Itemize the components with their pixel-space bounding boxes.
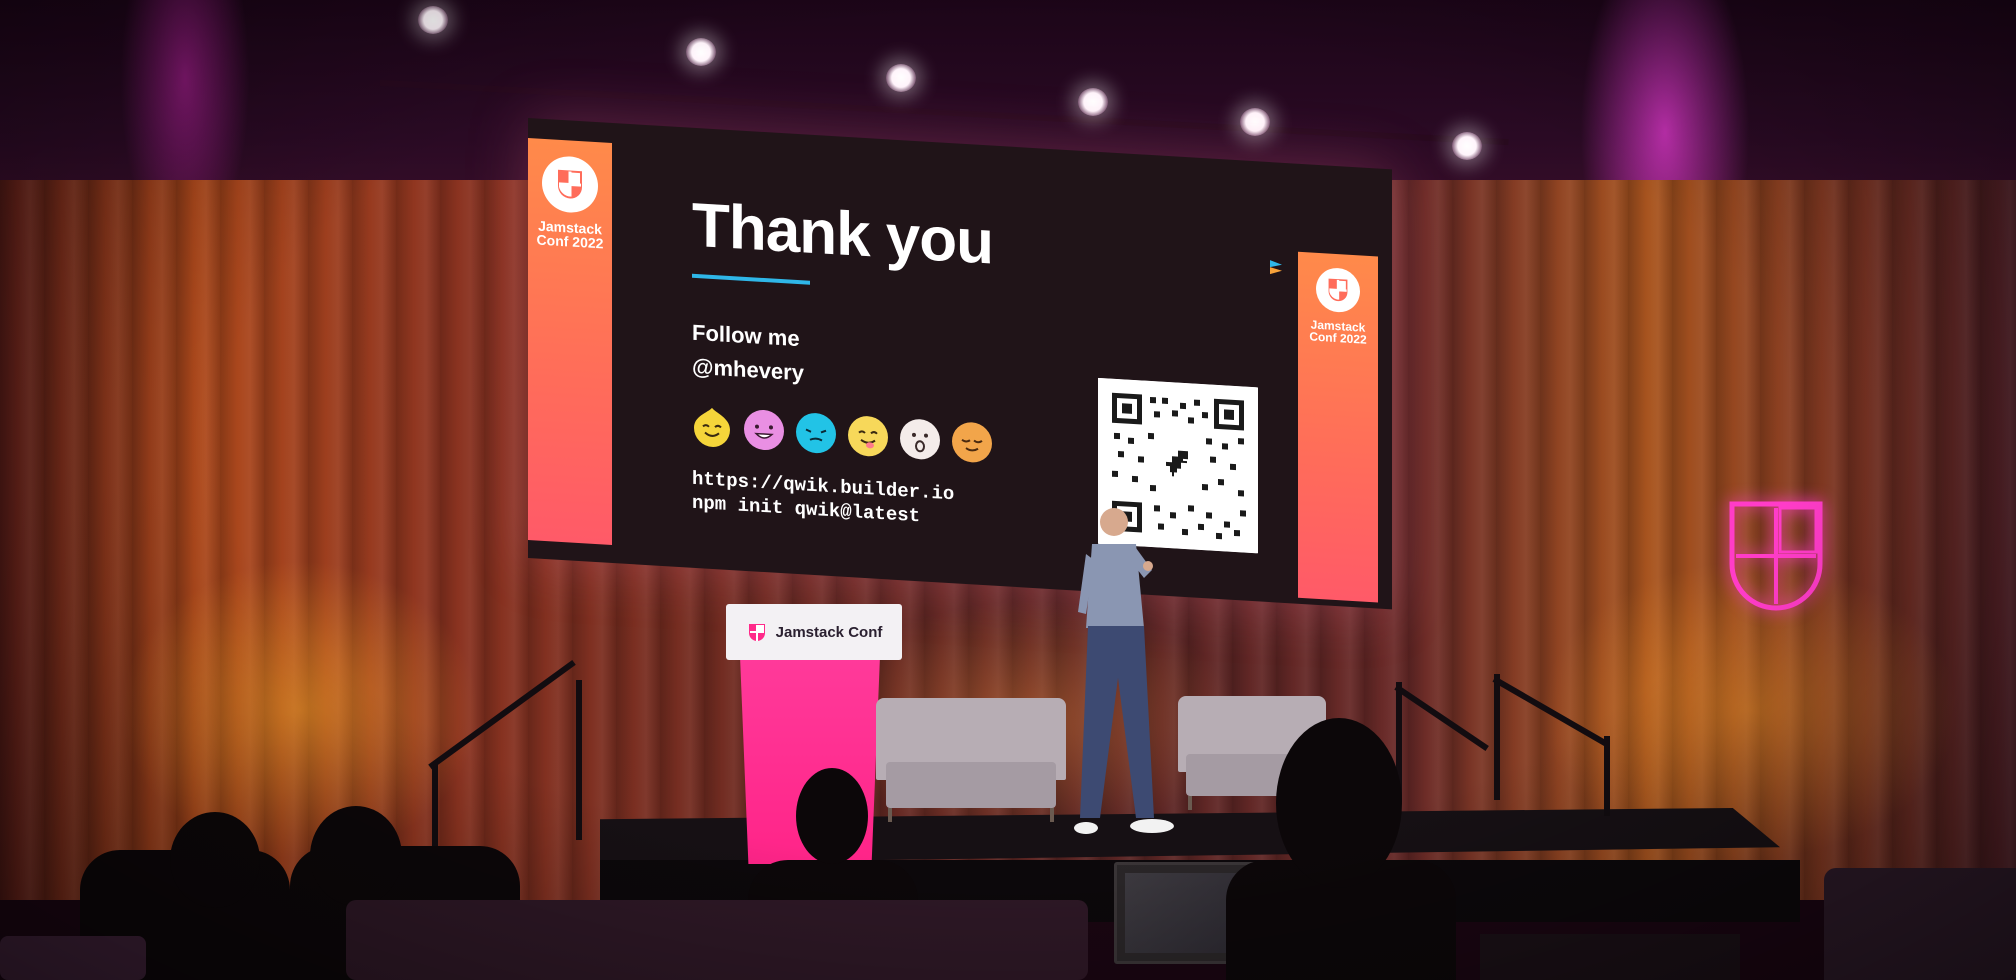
builder-logo-icon: [1268, 258, 1284, 277]
stair-railing-post: [432, 762, 438, 858]
jamstack-logo-icon: [748, 624, 765, 641]
lectern-label: Jamstack Conf: [775, 623, 883, 641]
banner-label-line2: Conf 2022: [536, 231, 604, 252]
yellow-face-icon: [690, 404, 734, 451]
audience-member-head: [170, 812, 260, 908]
audience-member-head: [1276, 718, 1402, 888]
projection-screen: Jamstack Conf 2022 Thank you Follow me @…: [528, 118, 1392, 610]
yellow-tongue-face-icon: [846, 413, 890, 460]
jamstack-logo-icon: [542, 154, 598, 215]
speaker-person: [1040, 508, 1180, 844]
title-underline: [692, 273, 810, 285]
conference-banner-right: Jamstack Conf 2022: [1298, 251, 1378, 603]
banner-label: Jamstack Conf 2022: [528, 218, 612, 252]
pink-face-icon: [742, 407, 786, 454]
armchair-left: [876, 698, 1066, 826]
orange-face-icon: [950, 419, 994, 466]
audience-table: [1480, 934, 1740, 980]
stage-light: [1078, 88, 1108, 116]
dinosaur-icon: [1164, 447, 1192, 484]
social-handle: @mhevery: [692, 353, 804, 386]
jamstack-logo-icon: [1316, 266, 1360, 314]
slide-title: Thank you: [692, 190, 994, 278]
stage-light: [886, 64, 916, 92]
banner-label-line2: Conf 2022: [1309, 329, 1367, 347]
banner-label: Jamstack Conf 2022: [1298, 317, 1378, 347]
white-face-icon: [898, 416, 942, 463]
audience-seat-row: [346, 900, 1088, 980]
stage-light: [1240, 108, 1270, 136]
stair-railing-post: [1494, 674, 1500, 800]
conference-banner-left: Jamstack Conf 2022: [528, 138, 612, 545]
stage-light: [418, 6, 448, 34]
audience-member-head: [796, 768, 868, 864]
emoji-row: [690, 404, 994, 466]
follow-label: Follow me: [692, 319, 800, 352]
stage-light: [686, 38, 716, 66]
audience-seat: [0, 936, 146, 980]
cyan-face-icon: [794, 410, 838, 457]
curtain-uplight: [120, 560, 480, 860]
stair-railing-post: [576, 680, 582, 840]
lectern-sign: Jamstack Conf: [726, 604, 902, 660]
audience-member-head: [310, 806, 402, 906]
neon-jamstack-logo-icon: [1722, 494, 1830, 624]
conference-stage-photo: Jamstack Conf 2022 Thank you Follow me @…: [0, 0, 2016, 980]
audience-seat: [1824, 868, 2016, 980]
stair-railing-post: [1604, 736, 1610, 816]
stage-light: [1452, 132, 1482, 160]
